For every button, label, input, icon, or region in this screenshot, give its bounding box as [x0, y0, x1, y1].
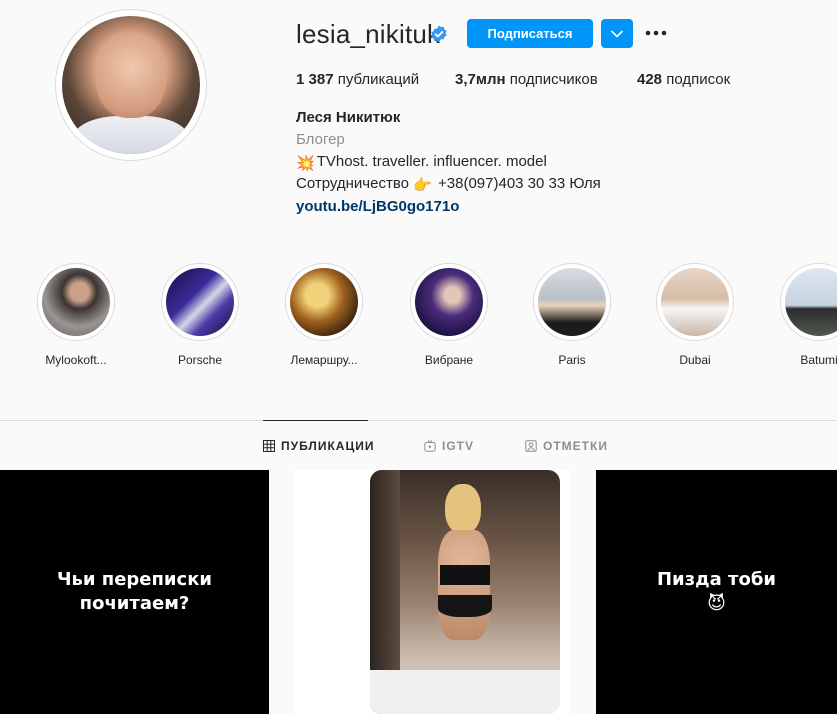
post-caption-line-1: Пизда тоби [656, 569, 777, 590]
post-thumbnail[interactable]: Пизда тоби 😈 [596, 470, 837, 714]
follow-button[interactable]: Подписаться [467, 19, 593, 48]
highlight-cover [533, 263, 611, 341]
stat-followers[interactable]: 3,7млн подписчиков [455, 71, 598, 89]
highlight-label: Dubai [679, 353, 711, 367]
tabs-divider [0, 420, 837, 421]
bio-category: Блогер [296, 131, 345, 148]
tab-posts-label: ПУБЛИКАЦИИ [281, 439, 375, 453]
highlight-label: Mylookoft... [45, 353, 107, 367]
collision-emoji-icon: 💥 [296, 155, 315, 172]
tab-igtv-label: IGTV [442, 439, 475, 453]
posts-count: 1 387 [296, 71, 334, 88]
tab-tagged[interactable]: ОТМЕТКИ [525, 439, 608, 453]
following-label: подписок [666, 71, 731, 88]
tab-posts[interactable]: ПУБЛИКАЦИИ [263, 439, 374, 453]
post-caption-emoji: 😈 [707, 593, 726, 614]
verified-badge-icon [431, 25, 447, 43]
bio-line-2-after: +38(097)403 30 33 Юля [438, 175, 601, 192]
highlight-cover [285, 263, 363, 341]
bio-line-1: 💥 TVhost. traveller. influencer. model [296, 153, 547, 172]
stat-following[interactable]: 428 подписок [637, 71, 730, 89]
igtv-icon [424, 440, 436, 452]
highlight-label: Лемаршру... [290, 353, 358, 367]
posts-label: публикаций [337, 71, 420, 88]
bio-line-2-before: Сотрудничество [296, 175, 409, 192]
chevron-down-icon [611, 30, 623, 37]
post-photo [370, 470, 560, 714]
bio-line-2: Сотрудничество 👉 +38(097)403 30 33 Юля [296, 175, 601, 194]
followers-label: подписчиков [509, 71, 598, 88]
active-tab-indicator [263, 420, 368, 421]
highlight-cover [37, 263, 115, 341]
story-highlight[interactable]: Вибране [409, 263, 489, 367]
highlight-cover [161, 263, 239, 341]
pointing-hand-emoji-icon: 👉 [413, 177, 432, 194]
profile-avatar-ring[interactable] [55, 9, 207, 161]
post-caption-line-1: Чьи переписки [56, 569, 213, 590]
followers-count: 3,7млн [455, 71, 506, 88]
story-highlight[interactable]: Лемаршру... [284, 263, 364, 367]
story-highlight[interactable]: Dubai [655, 263, 735, 367]
story-highlight[interactable]: Paris [532, 263, 612, 367]
post-caption-line-2: почитаем? [79, 593, 190, 614]
highlight-label: Batumi [800, 353, 837, 367]
highlight-cover [656, 263, 734, 341]
post-thumbnail[interactable] [293, 470, 570, 714]
bio-line-1-text: TVhost. traveller. influencer. model [316, 153, 547, 170]
post-thumbnail[interactable]: Чьи переписки почитаем? [0, 470, 269, 714]
more-options-button[interactable] [643, 20, 669, 46]
grid-icon [263, 440, 275, 452]
profile-avatar[interactable] [62, 16, 200, 154]
avatar-face [96, 34, 166, 118]
bio-full-name: Леся Никитюк [296, 109, 401, 126]
stat-posts: 1 387 публикаций [296, 71, 419, 89]
suggested-accounts-button[interactable] [601, 19, 633, 48]
story-highlight[interactable]: Mylookoft... [36, 263, 116, 367]
bio-external-link[interactable]: youtu.be/LjBG0go171o [296, 198, 459, 215]
following-count: 428 [637, 71, 663, 88]
highlight-label: Вибране [424, 353, 474, 367]
tab-tagged-label: ОТМЕТКИ [543, 439, 608, 453]
highlight-label: Paris [558, 353, 586, 367]
tab-igtv[interactable]: IGTV [424, 439, 474, 453]
profile-username: lesia_nikituk [296, 19, 441, 49]
highlight-label: Porsche [177, 353, 223, 367]
avatar-shirt [72, 116, 190, 154]
tagged-icon [525, 440, 537, 452]
highlight-cover [410, 263, 488, 341]
more-dots-icon [645, 30, 667, 36]
story-highlight[interactable]: Batumi [779, 263, 837, 367]
story-highlight[interactable]: Porsche [160, 263, 240, 367]
highlight-cover [780, 263, 837, 341]
